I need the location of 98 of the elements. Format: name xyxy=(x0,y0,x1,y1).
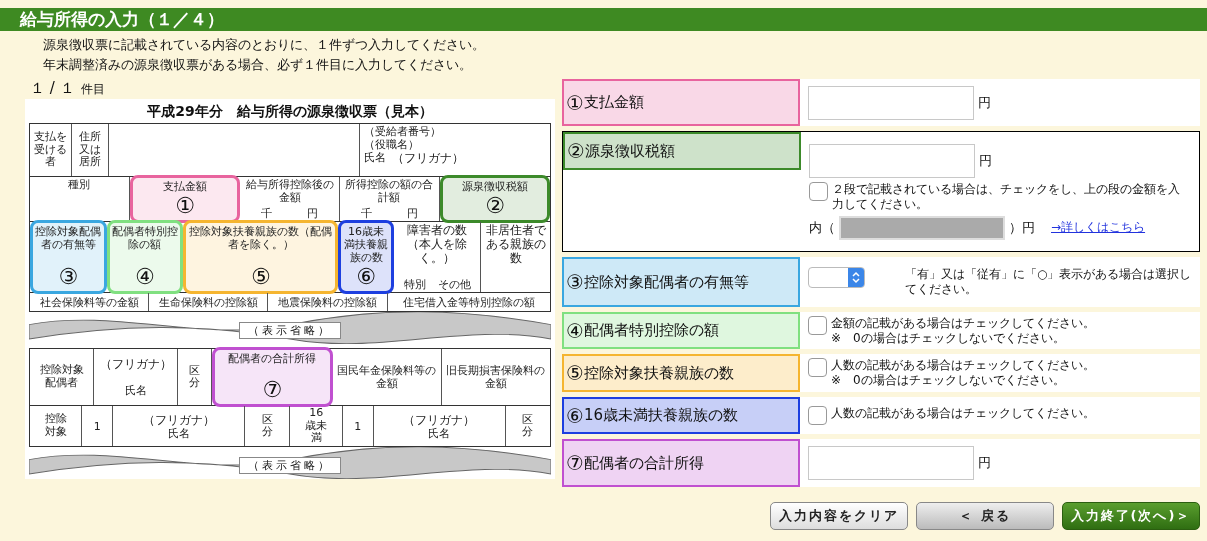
form-label: 配偶者の合計所得 xyxy=(228,352,317,365)
select-dropdown[interactable] xyxy=(808,267,865,288)
clear-button[interactable]: 入力内容をクリア xyxy=(770,502,908,530)
form-label: 控除対象扶養親族の数（配偶者を除く。） xyxy=(188,225,334,251)
checkbox[interactable] xyxy=(809,181,828,201)
form-label: 氏名 xyxy=(167,426,190,440)
yen-unit: 円 xyxy=(978,93,991,112)
form-label: （役職名） xyxy=(364,138,421,151)
form-label: 特別 xyxy=(403,278,426,291)
form-label: 区分 xyxy=(261,413,273,439)
field-number: ⑦ xyxy=(566,451,584,475)
unit-label: 千 xyxy=(361,207,373,220)
form-label: 社会保険料等の金額 xyxy=(39,295,139,309)
form-label: 区分 xyxy=(189,364,201,390)
form-label: 1 xyxy=(93,419,101,433)
form-label: （フリガナ） xyxy=(99,356,172,371)
form-label: 住宅借入金等特別控除の額 xyxy=(402,295,535,309)
form-label: （フリガナ） xyxy=(403,412,476,427)
form-label: 非居住者である親族の数 xyxy=(485,223,546,265)
field-label: 支払金額 xyxy=(583,93,644,112)
checkbox-note: 金額の記載がある場合はチェックしてください。 xyxy=(831,315,1095,331)
field-number: ③ xyxy=(566,270,584,294)
omitted-label: （表示省略） xyxy=(239,321,341,339)
field-number: ⑤ xyxy=(566,361,584,385)
form-label: 種別 xyxy=(68,178,91,191)
form-label: 氏名 xyxy=(428,426,451,440)
inner-suffix: ）円 xyxy=(1009,218,1035,237)
form-label: 支払を受ける者 xyxy=(34,131,68,169)
checkbox-subnote: ※ 0の場合はチェックしないでください。 xyxy=(831,373,1066,388)
select-note: 「有」又は「従有」に「○」表示がある場合は選択してください。 xyxy=(905,267,1192,297)
form-label: 住所又は居所 xyxy=(79,131,101,169)
slip-title: 平成29年分 給与所得の源泉徴収票（見本） xyxy=(146,103,434,121)
inner-prefix: 内（ xyxy=(809,218,835,237)
form-label: 支払金額 xyxy=(163,180,207,193)
form-label: 16歳未満 xyxy=(305,407,328,445)
marker-number: ④ xyxy=(135,265,155,289)
form-label: 国民年金保険料等の金額 xyxy=(336,364,437,390)
omitted-label: （表示省略） xyxy=(239,456,341,474)
field-label: 控除対象扶養親族の数 xyxy=(583,363,734,383)
field-number: ① xyxy=(566,90,584,115)
form-label: （フリガナ） xyxy=(392,151,465,165)
checkbox-note: ２段で記載されている場合は、チェックをし、上の段の金額を入力してください。 xyxy=(832,181,1181,212)
checkbox-subnote: ※ 0の場合はチェックしないでください。 xyxy=(831,330,1066,346)
unit-label: 千 xyxy=(261,207,273,220)
amount-input[interactable] xyxy=(809,143,975,178)
amount-input[interactable] xyxy=(808,446,974,480)
form-label: 区分 xyxy=(522,413,534,439)
marker-number: ⑦ xyxy=(262,378,283,402)
amount-input[interactable] xyxy=(808,85,974,120)
form-label: 氏名 xyxy=(124,384,147,398)
form-label: 地震保険料の控除額 xyxy=(278,295,378,309)
unit-label: 円 xyxy=(406,207,418,220)
record-counter: １ / １ xyxy=(30,79,75,98)
stepper-icon xyxy=(848,268,864,287)
marker-number: ⑥ xyxy=(356,265,376,289)
instruction-text: 源泉徴収票に記載されている内容のとおりに、１件ずつ入力してください。 xyxy=(43,36,486,54)
form-label: 所得控除の額の合計額 xyxy=(344,178,435,204)
field-number: ④ xyxy=(566,318,584,343)
instruction-text: 年末調整済みの源泉徴収票がある場合、必ず１件目に入力してください。 xyxy=(43,56,473,74)
form-label: 生命保険料の控除額 xyxy=(158,295,258,309)
form-label: 氏名 xyxy=(364,151,387,165)
form-label: 源泉徴収税額 xyxy=(462,180,528,193)
form-label: 給与所得控除後の金額 xyxy=(244,178,335,204)
marker-number: ① xyxy=(175,194,195,218)
counter-unit: 件目 xyxy=(80,81,105,98)
form-label: 控除対象 xyxy=(44,413,67,439)
field-label: 配偶者特別控除の額 xyxy=(583,321,719,340)
form-label: 旧長期損害保険料の金額 xyxy=(445,364,546,390)
checkbox[interactable] xyxy=(808,358,827,377)
form-label: その他 xyxy=(437,278,471,291)
checkbox-note: 人数の記載がある場合はチェックしてください。 xyxy=(831,406,1095,421)
marker-number: ③ xyxy=(58,265,79,289)
page-title: 給与所得の入力（１／４） xyxy=(20,8,224,31)
field-label: 控除対象配偶者の有無等 xyxy=(583,272,749,292)
form-label: 控除対象配偶者の有無等 xyxy=(35,225,102,251)
form-label: （フリガナ） xyxy=(142,412,215,427)
form-label: 配偶者特別控除の額 xyxy=(111,225,179,251)
field-number: ② xyxy=(567,139,585,163)
back-button[interactable]: ＜ 戻る xyxy=(916,502,1054,530)
yen-unit: 円 xyxy=(978,454,991,472)
form-label: 16歳未満扶養親族の数 xyxy=(343,225,389,264)
field-label: 配偶者の合計所得 xyxy=(583,453,704,473)
field-label: 16歳未満扶養親族の数 xyxy=(583,406,739,425)
details-link[interactable]: →詳しくはこちら xyxy=(1051,219,1146,236)
checkbox[interactable] xyxy=(808,315,827,335)
form-label: 障害者の数（本人を除く。） xyxy=(406,223,469,265)
yen-unit: 円 xyxy=(979,151,992,170)
form-label: （受給者番号） xyxy=(364,125,443,138)
marker-number: ⑤ xyxy=(250,265,271,289)
form-label: 1 xyxy=(354,419,362,433)
unit-label: 円 xyxy=(306,207,318,220)
field-label: 源泉徴収税額 xyxy=(584,141,675,161)
next-button[interactable]: 入力終了(次へ)＞ xyxy=(1062,502,1200,530)
form-label: 控除対象配偶者 xyxy=(39,364,84,390)
checkbox[interactable] xyxy=(808,406,827,425)
field-number: ⑥ xyxy=(566,403,584,428)
marker-number: ② xyxy=(485,194,505,218)
checkbox-note: 人数の記載がある場合はチェックしてください。 xyxy=(831,358,1095,373)
